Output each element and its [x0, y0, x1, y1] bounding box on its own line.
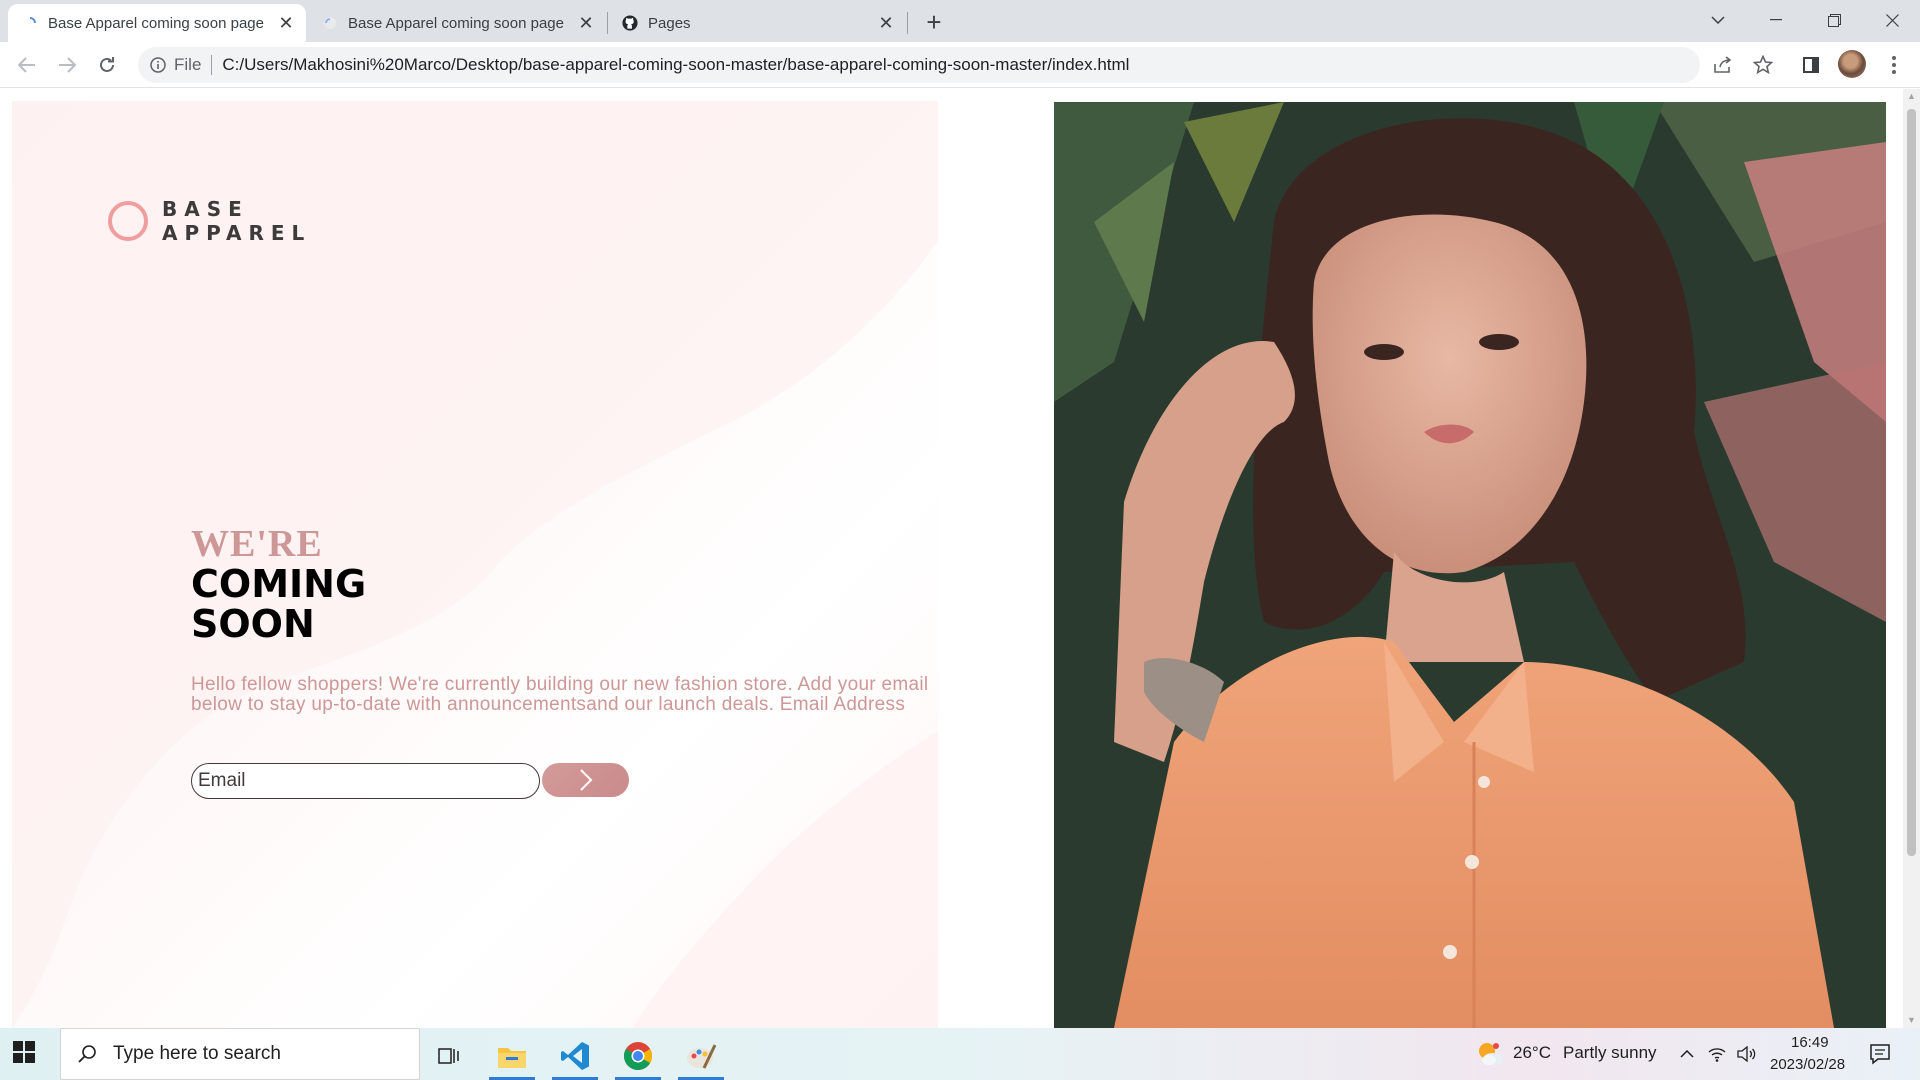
clock-date[interactable]: 2023/02/28: [1770, 1056, 1845, 1073]
side-panel-icon[interactable]: [1798, 42, 1824, 88]
brand-logo[interactable]: BASE APPAREL: [108, 197, 311, 245]
heading-line-1: WE'RE: [191, 523, 323, 565]
close-tab-icon[interactable]: ✕: [874, 11, 898, 35]
taskbar-search-box[interactable]: Type here to search: [60, 1028, 420, 1080]
logo-line-1: BASE: [162, 197, 249, 221]
windows-start-icon[interactable]: [12, 1040, 40, 1068]
page-viewport: BASE APPAREL WE'RE COMING SOON Hello fel…: [0, 89, 1920, 1028]
search-placeholder: Type here to search: [113, 1043, 281, 1064]
scroll-up-arrow-icon[interactable]: ▲: [1907, 91, 1916, 101]
github-icon: [622, 15, 638, 31]
chevron-right-icon: [579, 769, 592, 791]
weather-condition[interactable]: Partly sunny: [1563, 1043, 1657, 1063]
tab-search-chevron-icon[interactable]: [1692, 0, 1744, 40]
browser-toolbar: File C:/Users/Makhosini%20Marco/Desktop/…: [0, 42, 1920, 88]
close-tab-icon[interactable]: ✕: [274, 11, 298, 35]
content-panel: BASE APPAREL: [12, 101, 938, 1028]
hero-photo: [1054, 102, 1886, 1028]
restore-button[interactable]: [1808, 0, 1860, 40]
site-info-icon[interactable]: [150, 57, 166, 73]
new-tab-button[interactable]: +: [918, 7, 950, 37]
weather-temperature[interactable]: 26°C: [1513, 1043, 1551, 1063]
address-divider: [211, 55, 213, 75]
close-window-button[interactable]: [1866, 0, 1918, 40]
logo-ring-icon: [108, 201, 148, 241]
back-arrow-icon[interactable]: [12, 50, 42, 80]
loading-favicon-icon: [322, 15, 338, 31]
windows-taskbar: Type here to search 26°C Partly sunny 16…: [0, 1028, 1920, 1080]
loading-favicon-icon: [22, 15, 38, 31]
heading-line-2: COMING: [191, 562, 367, 606]
tab-strip: Base Apparel coming soon page ✕ Base App…: [0, 0, 1920, 42]
tab-base-apparel-1[interactable]: Base Apparel coming soon page ✕: [8, 4, 306, 42]
tab-title: Pages: [648, 14, 691, 32]
tab-base-apparel-2[interactable]: Base Apparel coming soon page ✕: [308, 4, 606, 42]
volume-icon[interactable]: [1736, 1043, 1758, 1065]
forward-arrow-icon[interactable]: [52, 50, 82, 80]
wifi-icon[interactable]: [1706, 1043, 1728, 1065]
scrollbar-thumb[interactable]: [1907, 109, 1916, 856]
tab-separator: [907, 12, 908, 34]
scheme-label: File: [174, 55, 202, 74]
kebab-menu-icon[interactable]: [1880, 50, 1908, 80]
file-explorer-icon[interactable]: [485, 1034, 539, 1080]
logo-line-2: APPAREL: [162, 221, 312, 245]
submit-button[interactable]: [542, 763, 629, 797]
partly-sunny-weather-icon[interactable]: [1476, 1040, 1504, 1068]
paint-icon[interactable]: [674, 1034, 728, 1080]
url-text[interactable]: C:/Users/Makhosini%20Marco/Desktop/base-…: [222, 55, 1129, 75]
vs-code-icon[interactable]: [548, 1034, 602, 1080]
notifications-icon[interactable]: [1868, 1042, 1892, 1066]
hero-heading: WE'RE COMING SOON: [191, 524, 366, 644]
close-tab-icon[interactable]: ✕: [574, 11, 598, 35]
address-bar[interactable]: File C:/Users/Makhosini%20Marco/Desktop/…: [138, 47, 1700, 83]
heading-line-3: SOON: [191, 602, 315, 646]
minimize-button[interactable]: [1750, 0, 1802, 40]
tab-title: Base Apparel coming soon page: [48, 14, 264, 32]
reload-icon[interactable]: [92, 50, 122, 80]
intro-description: Hello fellow shoppers! We're currently b…: [191, 674, 929, 715]
bookmark-star-icon[interactable]: [1750, 42, 1776, 88]
share-icon[interactable]: [1710, 42, 1736, 88]
search-icon: [77, 1044, 97, 1064]
tab-title: Base Apparel coming soon page: [348, 14, 564, 32]
scroll-down-arrow-icon[interactable]: ▼: [1907, 1015, 1916, 1025]
task-view-icon[interactable]: [422, 1034, 476, 1078]
woman-portrait-image: [1054, 102, 1886, 1028]
chrome-icon[interactable]: [611, 1034, 665, 1080]
profile-avatar[interactable]: [1838, 50, 1866, 78]
clock-time[interactable]: 16:49: [1791, 1034, 1829, 1051]
show-hidden-icons-chevron-icon[interactable]: [1676, 1043, 1698, 1065]
logo-wordmark: BASE APPAREL: [162, 197, 311, 245]
vertical-scrollbar[interactable]: ▲ ▼: [1903, 89, 1920, 1028]
email-input[interactable]: [191, 763, 540, 799]
tab-pages[interactable]: Pages ✕: [608, 4, 906, 42]
